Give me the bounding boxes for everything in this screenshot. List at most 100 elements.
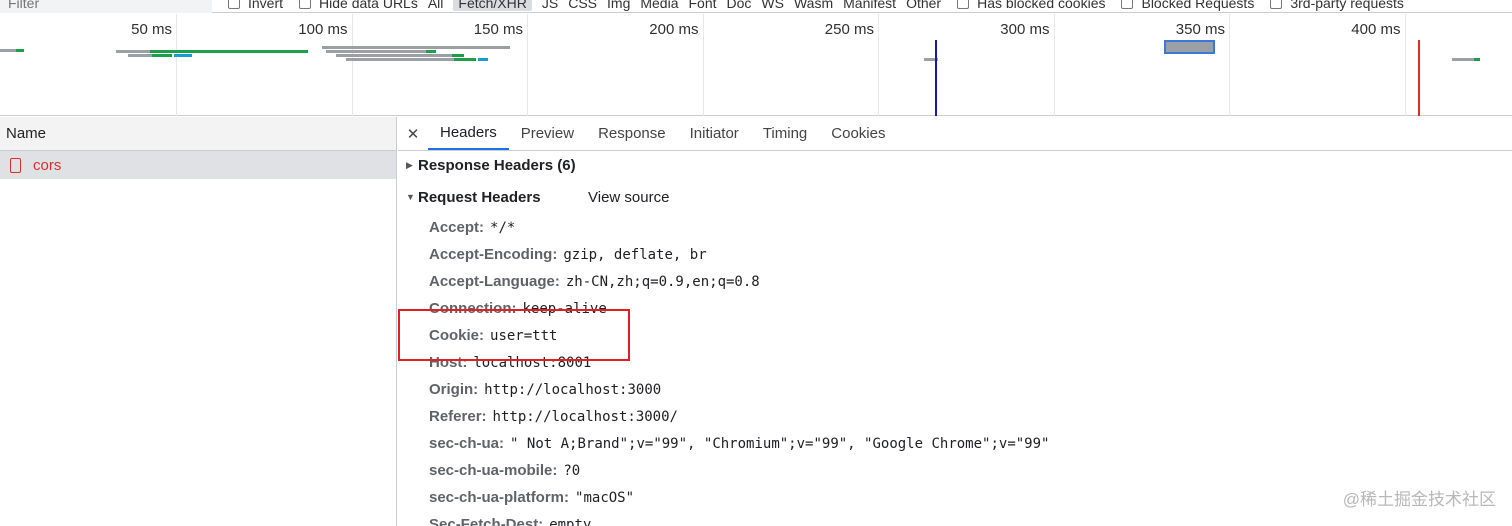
header-value: "macOS" — [575, 489, 635, 506]
hide-data-urls-checkbox[interactable]: Hide data URLs — [299, 0, 418, 11]
request-header-row: Connection: keep-alive — [429, 295, 607, 322]
tab-timing[interactable]: Timing — [751, 117, 819, 150]
header-value: user=ttt — [490, 327, 558, 344]
type-filter-font[interactable]: Font — [689, 0, 717, 11]
dom-content-loaded-line — [935, 40, 937, 116]
header-name: sec-ch-ua-mobile: — [429, 462, 558, 479]
name-column-header[interactable]: Name — [0, 117, 396, 151]
type-filter-all[interactable]: All — [428, 0, 444, 11]
tab-initiator[interactable]: Initiator — [678, 117, 751, 150]
header-value: " Not A;Brand";v="99", "Chromium";v="99"… — [510, 435, 1050, 452]
header-value: http://localhost:3000 — [484, 381, 662, 398]
header-value: empty — [549, 516, 592, 526]
tick-label: 300 ms — [1000, 21, 1050, 38]
type-filter-ws[interactable]: WS — [761, 0, 784, 11]
tab-preview[interactable]: Preview — [509, 117, 586, 150]
header-name: Host: — [429, 354, 468, 371]
grid-line — [1053, 14, 1055, 116]
timeline-bar — [452, 54, 464, 57]
type-filter-css[interactable]: CSS — [568, 0, 597, 11]
overview-selection-marker[interactable] — [1164, 40, 1215, 54]
filter-input[interactable] — [0, 0, 212, 13]
invert-checkbox[interactable]: Invert — [228, 0, 283, 11]
third-party-checkbox[interactable]: 3rd-party requests — [1270, 0, 1404, 11]
tick-label: 200 ms — [649, 21, 699, 38]
timeline-bar — [478, 58, 488, 61]
timeline-bar — [346, 58, 454, 61]
blocked-cookies-checkbox[interactable]: Has blocked cookies — [957, 0, 1105, 11]
timeline-bar — [1474, 58, 1480, 61]
header-value: http://localhost:3000/ — [492, 408, 678, 425]
tab-cookies[interactable]: Cookies — [819, 117, 897, 150]
timeline-bar — [0, 49, 16, 52]
grid-line — [878, 14, 879, 116]
request-name: cors — [33, 156, 62, 174]
request-header-row: Sec-Fetch-Dest: empty — [429, 511, 591, 526]
request-header-row: Referer: http://localhost:3000/ — [429, 403, 678, 430]
timeline-bar — [116, 50, 150, 53]
header-name: Referer: — [429, 408, 487, 425]
grid-line — [702, 14, 704, 116]
devtools-network-panel: Invert Hide data URLs All Fetch/XHR JS CSS I… — [0, 0, 1512, 526]
timeline-bar — [16, 49, 24, 52]
tab-response[interactable]: Response — [586, 117, 678, 150]
header-value: */* — [490, 219, 516, 236]
tick-label: 250 ms — [824, 21, 874, 38]
header-value: localhost:8001 — [473, 354, 592, 371]
request-header-row: sec-ch-ua-platform: "macOS" — [429, 484, 634, 511]
type-filter-manifest[interactable]: Manifest — [843, 0, 896, 11]
timeline-bar — [326, 50, 426, 53]
timeline-bar — [426, 50, 436, 53]
header-name: Connection: — [429, 300, 517, 317]
header-value: ?0 — [563, 462, 581, 479]
timeline-bar — [336, 54, 452, 57]
tick-label: 100 ms — [298, 21, 348, 38]
header-name: Accept-Language: — [429, 273, 560, 290]
filter-toolbar: Invert Hide data URLs All Fetch/XHR JS CSS I… — [0, 0, 1512, 13]
header-name: sec-ch-ua-platform: — [429, 489, 570, 506]
grid-line — [351, 14, 353, 116]
grid-line — [1404, 14, 1406, 116]
tick-label: 350 ms — [1175, 21, 1225, 38]
triangle-right-icon: ▶ — [406, 159, 413, 170]
timeline-bar — [152, 54, 172, 57]
checkbox-icon — [1270, 0, 1283, 9]
request-header-row: Origin: http://localhost:3000 — [429, 376, 661, 403]
request-header-row: sec-ch-ua: " Not A;Brand";v="99", "Chromi… — [429, 430, 1049, 457]
type-filter-fetch-xhr[interactable]: Fetch/XHR — [453, 0, 532, 11]
header-name: Accept-Encoding: — [429, 246, 558, 263]
tick-label: 150 ms — [473, 21, 523, 38]
view-source-link[interactable]: View source — [588, 189, 669, 206]
request-headers-section[interactable]: ▼ Request Headers View source — [406, 185, 806, 209]
request-header-row: Host: localhost:8001 — [429, 349, 591, 376]
grid-line — [527, 14, 528, 116]
checkbox-icon — [299, 0, 312, 9]
request-header-row: Accept-Language: zh-CN,zh;q=0.9,en;q=0.8 — [429, 268, 760, 295]
tab-headers[interactable]: Headers — [428, 117, 509, 150]
blocked-requests-checkbox[interactable]: Blocked Requests — [1121, 0, 1254, 11]
type-filter-media[interactable]: Media — [640, 0, 678, 11]
response-headers-section[interactable]: ▶ Response Headers (6) — [406, 153, 576, 177]
header-name: sec-ch-ua: — [429, 435, 505, 452]
header-value: keep-alive — [522, 300, 607, 317]
checkbox-icon — [1121, 0, 1134, 9]
checkbox-icon — [957, 0, 970, 9]
type-filter-img[interactable]: Img — [607, 0, 630, 11]
timeline-bar — [128, 54, 152, 57]
type-filter-js[interactable]: JS — [542, 0, 558, 11]
document-icon — [10, 157, 21, 173]
request-header-row: Accept: */* — [429, 214, 515, 241]
type-filter-wasm[interactable]: Wasm — [794, 0, 833, 11]
close-icon[interactable]: ✕ — [398, 117, 428, 150]
request-row[interactable]: cors — [0, 151, 396, 179]
request-detail-pane: ✕ Headers Preview Response Initiator Timing C… — [398, 117, 1512, 526]
type-filter-doc[interactable]: Doc — [727, 0, 752, 11]
network-overview-timeline[interactable]: 50 ms 100 ms 150 ms 200 ms 250 ms 300 ms 350 m… — [0, 14, 1512, 116]
header-name: Origin: — [429, 381, 479, 398]
tick-label: 400 ms — [1351, 21, 1401, 38]
type-filter-other[interactable]: Other — [906, 0, 941, 11]
request-header-row: Accept-Encoding: gzip, deflate, br — [429, 241, 707, 268]
timeline-bar — [454, 58, 476, 61]
resource-type-filters: All Fetch/XHR JS CSS Img Media Font Doc WS Wasm Ma… — [418, 0, 941, 11]
detail-tabs: ✕ Headers Preview Response Initiator Timing C… — [398, 117, 1512, 151]
